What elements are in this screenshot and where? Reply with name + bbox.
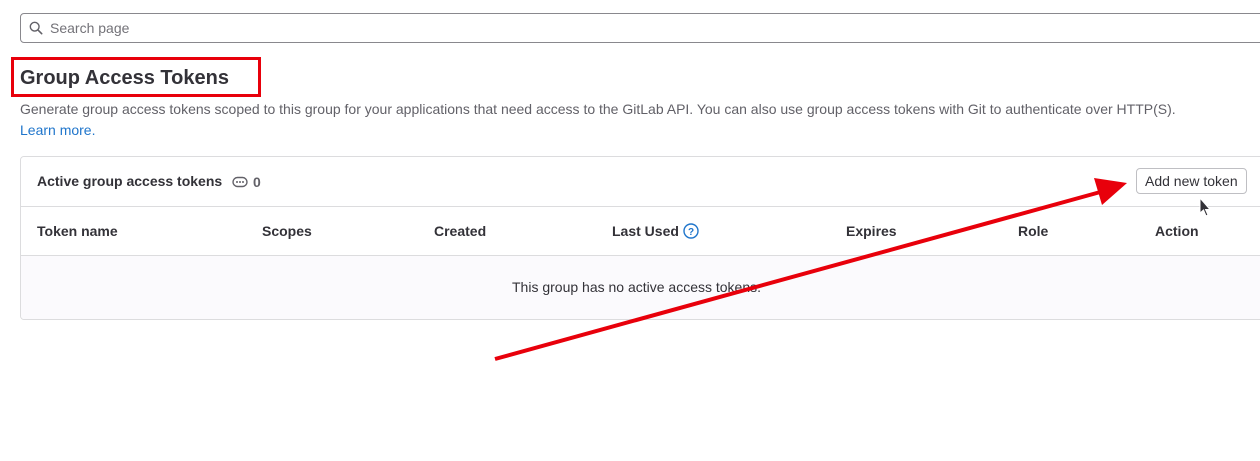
learn-more-link[interactable]: Learn more. <box>20 122 95 138</box>
column-scopes: Scopes <box>262 223 312 239</box>
page-description: Generate group access tokens scoped to t… <box>20 99 1260 141</box>
card-header: Active group access tokens 0 Add new tok… <box>21 157 1260 207</box>
column-action: Action <box>1155 223 1199 239</box>
token-icon <box>232 176 248 188</box>
question-icon[interactable]: ? <box>683 223 699 239</box>
token-count-value: 0 <box>253 174 261 190</box>
description-text: Generate group access tokens scoped to t… <box>20 101 1176 117</box>
search-field[interactable] <box>20 13 1260 43</box>
card-header-label: Active group access tokens <box>37 173 223 189</box>
svg-text:?: ? <box>688 227 694 238</box>
empty-state-row: This group has no active access tokens. <box>21 256 1260 319</box>
table-header: Token name Scopes Created Last Used ? Ex… <box>21 207 1260 256</box>
empty-state-message: This group has no active access tokens. <box>512 279 762 295</box>
column-created: Created <box>434 223 487 239</box>
column-last-used: Last Used ? <box>612 223 699 239</box>
column-role: Role <box>1018 223 1049 239</box>
tokens-card: Active group access tokens 0 Add new tok… <box>20 156 1260 320</box>
add-new-token-button[interactable]: Add new token <box>1136 168 1247 194</box>
column-expires: Expires <box>846 223 897 239</box>
search-input[interactable] <box>48 19 652 37</box>
column-token-name: Token name <box>37 223 118 239</box>
token-count: 0 <box>232 174 261 190</box>
column-last-used-label: Last Used <box>612 223 679 239</box>
page-title: Group Access Tokens <box>20 67 229 89</box>
search-icon <box>29 21 43 35</box>
